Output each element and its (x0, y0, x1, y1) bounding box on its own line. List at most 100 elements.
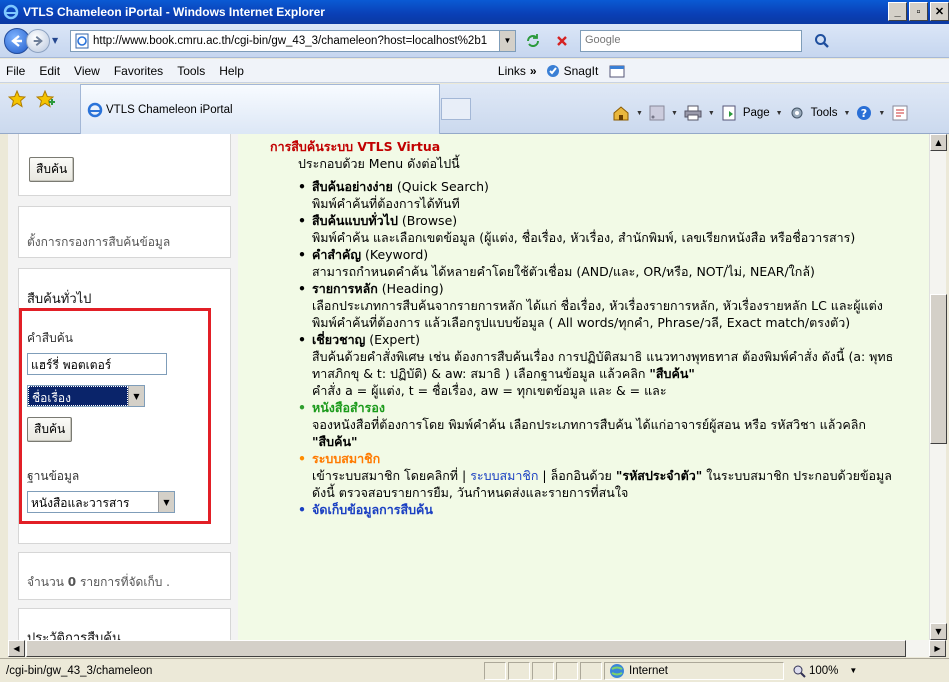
list-item: คำสำคัญ (Keyword) สามารถกำหนดคำค้น ได้หลา… (298, 246, 906, 280)
menu-tools[interactable]: Tools (177, 64, 205, 78)
window-controls: _ ▫ ✕ (888, 2, 949, 21)
status-bar: /cgi-bin/gw_43_3/chameleon Internet 100%… (0, 658, 949, 682)
search-button[interactable] (810, 30, 834, 52)
general-search-heading: สืบค้นทั่วไป (27, 292, 92, 307)
svg-text:?: ? (861, 107, 867, 120)
item-desc-text: จองหนังสือที่ต้องการโดย พิมพ์คำค้น เลือก… (312, 417, 866, 432)
snagit-button[interactable]: SnagIt (545, 63, 628, 79)
page-content: สืบค้น ตั้งการกรองการสืบค้นข้อมูล สืบค้น… (8, 134, 929, 640)
item-desc: จองหนังสือที่ต้องการโดย พิมพ์คำค้น เลือก… (312, 416, 906, 450)
stop-button[interactable] (550, 30, 574, 52)
page-dropdown-icon[interactable]: ▼ (776, 110, 783, 117)
item-name[interactable]: สืบค้นอย่างง่าย (312, 179, 393, 194)
item-desc: สืบค้นด้วยคำสั่งพิเศษ เช่น ต้องการสืบค้น… (312, 348, 906, 382)
tools-dropdown-icon[interactable]: ▼ (843, 110, 850, 117)
command-bar: ▼ ▼ ▼ Page ▼ Tools ▼ ? ▼ (612, 104, 909, 122)
menu-favorites[interactable]: Favorites (114, 64, 163, 78)
menu-edit[interactable]: Edit (39, 64, 60, 78)
page-menu-icon (722, 105, 736, 121)
favorites-star-icon[interactable] (8, 90, 26, 108)
item-desc: สามารถกำหนดคำค้น ได้หลายคำโดยใช้ตัวเชื่อ… (312, 264, 815, 279)
item-name[interactable]: ระบบสมาชิก (312, 451, 380, 466)
status-segment (532, 661, 554, 680)
address-dropdown-icon[interactable]: ▼ (499, 30, 515, 51)
item-name[interactable]: เชี่ยวชาญ (312, 332, 365, 347)
menu-view[interactable]: View (74, 64, 100, 78)
item-name[interactable]: จัดเก็บข้อมูลการสืบค้น (312, 502, 433, 517)
saved-records-text[interactable]: จำนวน 0 รายการที่จัดเก็บ . (27, 573, 170, 592)
address-bar[interactable]: http://www.book.cmru.ac.th/cgi-bin/gw_43… (70, 29, 516, 52)
vertical-scrollbar[interactable]: ▲ ▼ (929, 134, 947, 640)
maximize-button[interactable]: ▫ (909, 2, 928, 21)
item-en: (Quick Search) (392, 179, 489, 194)
home-dropdown-icon[interactable]: ▼ (636, 110, 643, 117)
scroll-left-icon[interactable]: ◀ (8, 640, 25, 657)
item-desc-b: | ล็อกอินด้วย (538, 468, 616, 483)
feeds-dropdown-icon[interactable]: ▼ (671, 110, 678, 117)
ie-page-icon (87, 102, 103, 117)
links-toolbar[interactable]: Links » (498, 64, 537, 78)
item-name[interactable]: หนังสือสำรอง (312, 400, 385, 415)
tools-gear-icon (791, 107, 803, 119)
zoom-level: 100% (809, 664, 839, 677)
add-favorite-icon[interactable] (36, 90, 56, 108)
page-icon (75, 33, 89, 48)
list-item: จัดเก็บข้อมูลการสืบค้น (298, 501, 906, 518)
print-dropdown-icon[interactable]: ▼ (708, 110, 715, 117)
scroll-thumb[interactable] (930, 294, 947, 444)
search-input[interactable]: Google (580, 29, 802, 52)
feeds-icon[interactable] (649, 105, 665, 121)
close-button[interactable]: ✕ (930, 2, 949, 21)
filter-link[interactable]: ตั้งการกรองการสืบค้นข้อมูล (27, 233, 170, 252)
saved-suffix: รายการที่จัดเก็บ . (79, 575, 170, 589)
item-desc-a: เข้าระบบสมาชิก โดยคลิกที่ | (312, 468, 471, 483)
home-icon[interactable] (612, 105, 630, 121)
history-heading[interactable]: ประวัติการสืบค้น (27, 627, 121, 640)
history-box: ประวัติการสืบค้น (18, 608, 231, 640)
item-desc-text: สืบค้นด้วยคำสั่งพิเศษ เช่น ต้องการสืบค้น… (312, 349, 894, 381)
item-desc-bold: "รหัสประจำตัว" (615, 468, 703, 483)
item-name[interactable]: คำสำคัญ (312, 247, 361, 262)
scroll-up-icon[interactable]: ▲ (930, 134, 947, 151)
minimize-button[interactable]: _ (888, 2, 907, 21)
search-icon (815, 33, 829, 48)
item-name[interactable]: สืบค้นแบบทั่วไป (312, 213, 398, 228)
main-text: การสืบค้นระบบ VTLS Virtua ประกอบด้วย Men… (238, 134, 914, 518)
h-scroll-thumb[interactable] (26, 640, 906, 657)
zoom-control[interactable]: 100% ▼ (792, 664, 857, 678)
research-icon[interactable] (891, 104, 909, 122)
snagit-window-icon[interactable] (609, 63, 627, 79)
stop-icon (557, 35, 567, 46)
item-name[interactable]: รายการหลัก (312, 281, 378, 296)
scroll-right-icon[interactable]: ▶ (929, 640, 946, 657)
ie-logo-icon (3, 4, 19, 20)
quick-search-box: สืบค้น (18, 134, 231, 196)
scroll-down-icon[interactable]: ▼ (930, 623, 947, 640)
title-bar: VTLS Chameleon iPortal - Windows Interne… (0, 0, 949, 24)
forward-button[interactable] (26, 28, 50, 53)
zoom-dropdown-icon[interactable]: ▼ (849, 666, 857, 675)
saved-prefix: จำนวน (27, 575, 64, 589)
member-link[interactable]: ระบบสมาชิก (470, 468, 538, 483)
quick-search-button[interactable]: สืบค้น (29, 157, 75, 182)
history-dropdown-icon[interactable]: ▼ (52, 36, 64, 45)
security-zone[interactable]: Internet (604, 661, 784, 680)
menu-file[interactable]: File (6, 64, 25, 78)
item-desc-2: คำสั่ง a = ผู้แต่ง, t = ชื่อเรื่อง, aw =… (312, 383, 667, 398)
horizontal-scrollbar[interactable]: ◀ ▶ (8, 640, 946, 657)
list-item: ระบบสมาชิกเข้าระบบสมาชิก โดยคลิกที่ | ระ… (298, 450, 906, 501)
page-menu[interactable]: Page (743, 107, 770, 119)
new-tab-button[interactable] (441, 98, 471, 120)
print-icon[interactable] (684, 105, 702, 121)
help-dropdown-icon[interactable]: ▼ (878, 110, 885, 117)
item-desc: พิมพ์คำค้น และเลือกเขตข้อมูล (ผู้แต่ง, ช… (312, 230, 856, 245)
menu-help[interactable]: Help (219, 64, 244, 78)
status-segment (508, 661, 530, 680)
tab-vtls-chameleon[interactable]: VTLS Chameleon iPortal (80, 84, 440, 134)
zoom-icon (793, 665, 806, 678)
help-icon[interactable]: ? (856, 105, 872, 121)
item-desc: เข้าระบบสมาชิก โดยคลิกที่ | ระบบสมาชิก |… (312, 467, 906, 501)
item-desc-bold: "สืบค้น" (312, 434, 358, 449)
tools-menu[interactable]: Tools (811, 107, 838, 119)
refresh-button[interactable] (521, 30, 545, 52)
